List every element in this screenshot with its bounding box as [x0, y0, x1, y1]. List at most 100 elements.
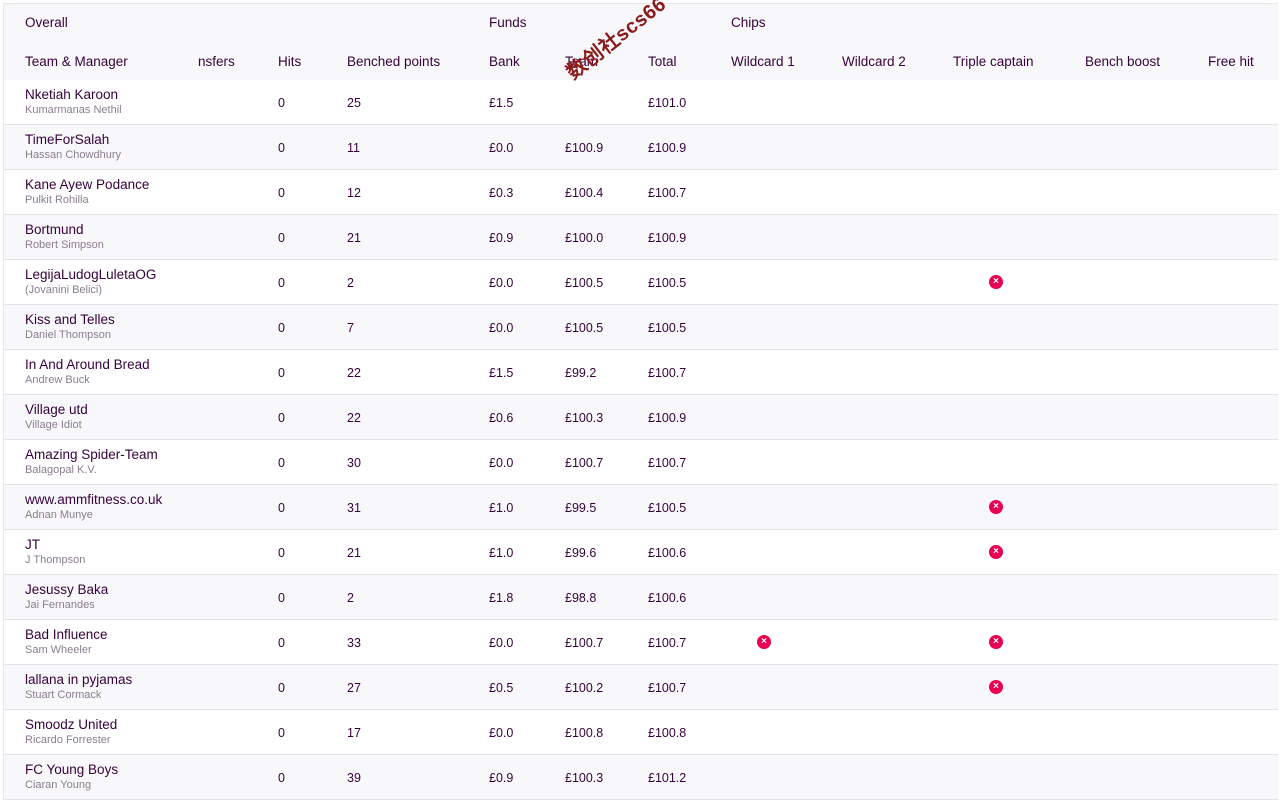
- team-name[interactable]: JT: [25, 537, 40, 552]
- team-name[interactable]: Village utd: [25, 402, 88, 417]
- team-name[interactable]: Bad Influence: [25, 627, 108, 642]
- header-free-hit[interactable]: Free hit: [1208, 54, 1254, 69]
- header-total[interactable]: Total: [648, 54, 677, 69]
- header-transfers[interactable]: nsfers: [198, 54, 235, 69]
- total-value: £100.7: [648, 186, 687, 200]
- header-benched-points[interactable]: Benched points: [347, 54, 440, 69]
- team-value: £100.8: [565, 726, 604, 740]
- header-bank[interactable]: Bank: [489, 54, 520, 69]
- hits-value: 0: [278, 186, 285, 200]
- manager-name: Andrew Buck: [25, 374, 90, 386]
- hits-value: 0: [278, 276, 285, 290]
- hits-value: 0: [278, 501, 285, 515]
- table-row[interactable]: Kane Ayew Podance Pulkit Rohilla 0 12 £0.3 £1…: [4, 170, 1278, 215]
- manager-name: Pulkit Rohilla: [25, 194, 89, 206]
- table-row[interactable]: Nketiah Karoon Kumarmanas Nethil 0 25 £1.5 £1…: [4, 80, 1278, 125]
- table-row[interactable]: Kiss and Telles Daniel Thompson 0 7 £0.0 £100…: [4, 305, 1278, 350]
- manager-name: Balagopal K.V.: [25, 464, 97, 476]
- bank-value: £1.8: [489, 591, 514, 605]
- bank-value: £1.5: [489, 96, 514, 110]
- team-name[interactable]: In And Around Bread: [25, 357, 150, 372]
- team-value: £99.5: [565, 501, 597, 515]
- header-wildcard-2[interactable]: Wildcard 2: [842, 54, 906, 69]
- table-row[interactable]: LegijaLudogLuletaOG (Jovanini Belici) 0 2 £0…: [4, 260, 1278, 305]
- group-chips: Chips: [731, 15, 766, 30]
- table-row[interactable]: FC Young Boys Ciaran Young 0 39 £0.9 £100.3 £1…: [4, 755, 1278, 800]
- bank-value: £0.0: [489, 636, 514, 650]
- table-row[interactable]: Smoodz United Ricardo Forrester 0 17 £0.0 £10…: [4, 710, 1278, 755]
- table-body: Nketiah Karoon Kumarmanas Nethil 0 25 £1.5 £1…: [4, 80, 1278, 800]
- header-team-manager[interactable]: Team & Manager: [25, 54, 128, 69]
- benched-points-value: 2: [347, 276, 354, 290]
- total-value: £100.7: [648, 636, 687, 650]
- benched-points-value: 22: [347, 366, 361, 380]
- table-row[interactable]: Village utd Village Idiot 0 22 £0.6 £100.3 £10…: [4, 395, 1278, 440]
- benched-points-value: 39: [347, 771, 361, 785]
- total-value: £100.7: [648, 681, 687, 695]
- table-row[interactable]: JT J Thompson 0 21 £1.0 £99.6 £100.6 ×: [4, 530, 1278, 575]
- total-value: £100.9: [648, 141, 687, 155]
- header-wildcard-1[interactable]: Wildcard 1: [731, 54, 795, 69]
- hits-value: 0: [278, 321, 285, 335]
- total-value: £100.5: [648, 276, 687, 290]
- bank-value: £1.5: [489, 366, 514, 380]
- table-row[interactable]: Amazing Spider-Team Balagopal K.V. 0 30 £0.0…: [4, 440, 1278, 485]
- team-name[interactable]: Nketiah Karoon: [25, 87, 118, 102]
- team-name[interactable]: lallana in pyjamas: [25, 672, 132, 687]
- group-funds: Funds: [489, 15, 527, 30]
- benched-points-value: 25: [347, 96, 361, 110]
- hits-value: 0: [278, 591, 285, 605]
- team-value: £100.7: [565, 636, 604, 650]
- team-value: £100.5: [565, 321, 604, 335]
- hits-value: 0: [278, 96, 285, 110]
- hits-value: 0: [278, 726, 285, 740]
- team-name[interactable]: FC Young Boys: [25, 762, 118, 777]
- total-value: £100.5: [648, 501, 687, 515]
- team-value: £100.3: [565, 411, 604, 425]
- chip-used-icon: ×: [989, 635, 1003, 649]
- team-value: £98.8: [565, 591, 597, 605]
- chip-used-icon: ×: [989, 275, 1003, 289]
- table-row[interactable]: www.ammfitness.co.uk Adnan Munye 0 31 £1.0 £9…: [4, 485, 1278, 530]
- team-name[interactable]: Kiss and Telles: [25, 312, 115, 327]
- bank-value: £0.3: [489, 186, 514, 200]
- chip-used-icon: ×: [989, 545, 1003, 559]
- table-row[interactable]: Jesussy Baka Jai Fernandes 0 2 £1.8 £98.8 £100…: [4, 575, 1278, 620]
- team-name[interactable]: www.ammfitness.co.uk: [25, 492, 162, 507]
- bank-value: £0.6: [489, 411, 514, 425]
- hits-value: 0: [278, 231, 285, 245]
- header-triple-captain[interactable]: Triple captain: [953, 54, 1034, 69]
- bank-value: £0.9: [489, 771, 514, 785]
- benched-points-value: 33: [347, 636, 361, 650]
- team-value: £99.2: [565, 366, 597, 380]
- table-row[interactable]: Bad Influence Sam Wheeler 0 33 £0.0 £100.7 £10…: [4, 620, 1278, 665]
- benched-points-value: 11: [347, 141, 360, 155]
- header-hits[interactable]: Hits: [278, 54, 301, 69]
- team-name[interactable]: LegijaLudogLuletaOG: [25, 267, 156, 282]
- group-overall: Overall: [25, 15, 68, 30]
- team-name[interactable]: Kane Ayew Podance: [25, 177, 149, 192]
- header-bench-boost[interactable]: Bench boost: [1085, 54, 1160, 69]
- team-name[interactable]: Smoodz United: [25, 717, 117, 732]
- team-name[interactable]: Amazing Spider-Team: [25, 447, 158, 462]
- hits-value: 0: [278, 411, 285, 425]
- team-name[interactable]: Bortmund: [25, 222, 84, 237]
- bank-value: £0.0: [489, 321, 514, 335]
- bank-value: £1.0: [489, 501, 514, 515]
- benched-points-value: 21: [347, 231, 361, 245]
- manager-name: Daniel Thompson: [25, 329, 112, 341]
- team-name[interactable]: Jesussy Baka: [25, 582, 108, 597]
- chip-used-icon: ×: [757, 635, 771, 649]
- total-value: £100.5: [648, 321, 687, 335]
- table-row[interactable]: lallana in pyjamas Stuart Cormack 0 27 £0.5 £…: [4, 665, 1278, 710]
- team-name[interactable]: TimeForSalah: [25, 132, 109, 147]
- bank-value: £0.0: [489, 456, 514, 470]
- manager-name: Kumarmanas Nethil: [25, 104, 122, 116]
- column-group-row: Overall Funds Chips: [4, 4, 1278, 42]
- table-row[interactable]: Bortmund Robert Simpson 0 21 £0.9 £100.0 £100.…: [4, 215, 1278, 260]
- manager-name: Stuart Cormack: [25, 689, 102, 701]
- header-team-value[interactable]: Team: [565, 54, 598, 69]
- table-row[interactable]: TimeForSalah Hassan Chowdhury 0 11 £0.0 £100.…: [4, 125, 1278, 170]
- total-value: £101.0: [648, 96, 687, 110]
- table-row[interactable]: In And Around Bread Andrew Buck 0 22 £1.5 £99…: [4, 350, 1278, 395]
